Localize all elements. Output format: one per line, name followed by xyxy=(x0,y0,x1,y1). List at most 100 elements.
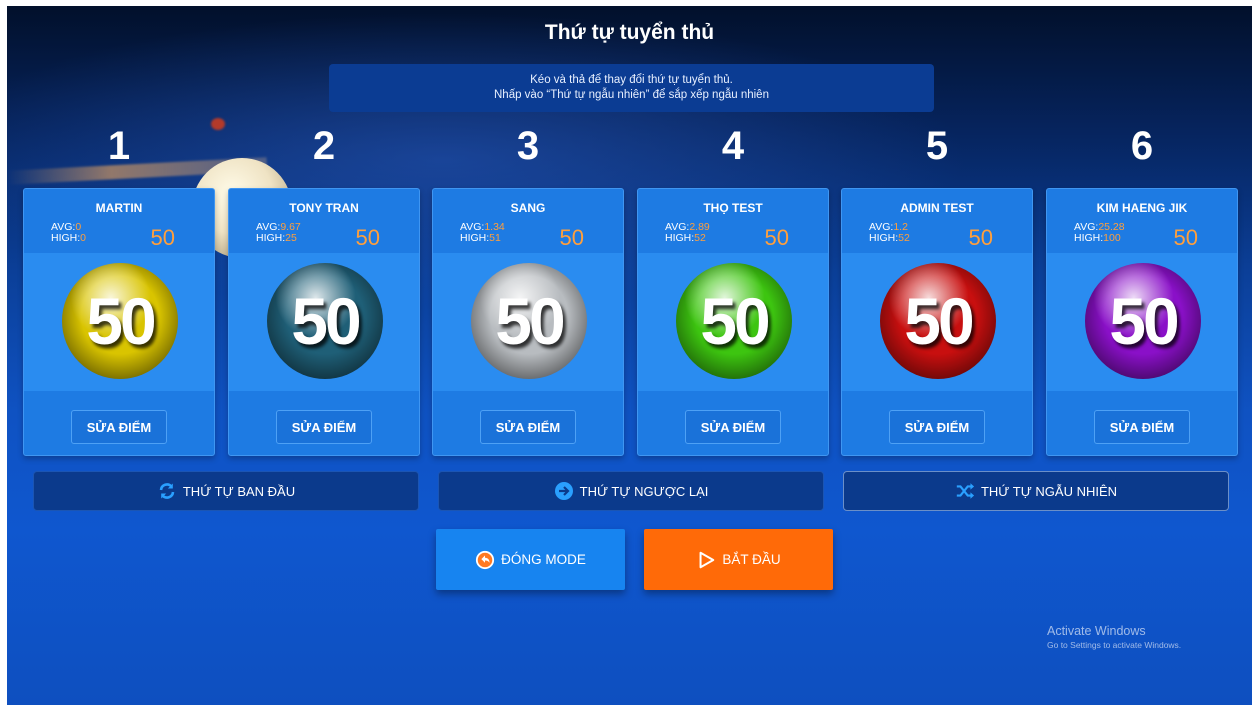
player-order-number: 1 xyxy=(107,124,131,168)
close-mode-label: ĐÓNG MODE xyxy=(501,552,586,567)
edit-score-button[interactable]: SỬA ĐIỂM xyxy=(1094,410,1190,444)
high-label: HIGH: xyxy=(460,232,490,244)
player-card[interactable]: ADMIN TEST AVG:1.2 HIGH:52 50 50 SỬA ĐIỂM xyxy=(841,188,1033,456)
original-order-button[interactable]: THỨ TỰ BAN ĐẦU xyxy=(33,471,419,511)
player-stats: AVG:1.34 HIGH:51 xyxy=(460,222,505,244)
back-arrow-circle-icon xyxy=(475,550,495,570)
start-button[interactable]: BẮT ĐẦU xyxy=(644,529,833,590)
ball-area: 50 xyxy=(842,253,1032,391)
player-card-footer: SỬA ĐIỂM xyxy=(24,391,214,457)
player-card-header: ADMIN TEST AVG:1.2 HIGH:52 50 xyxy=(842,189,1032,253)
player-card-header: SANG AVG:1.34 HIGH:51 50 xyxy=(433,189,623,253)
ball-number: 50 xyxy=(1109,284,1179,358)
ball-area: 50 xyxy=(229,253,419,391)
player-card-header: TONY TRAN AVG:9.67 HIGH:25 50 xyxy=(229,189,419,253)
player-name: ADMIN TEST xyxy=(900,201,974,215)
player-stats: AVG:9.67 HIGH:25 xyxy=(256,222,301,244)
billiard-ball: 50 xyxy=(676,263,792,379)
billiard-ball: 50 xyxy=(1085,263,1201,379)
player-card-footer: SỬA ĐIỂM xyxy=(433,391,623,457)
player-card-header: THỌ TEST AVG:2.89 HIGH:52 50 xyxy=(638,189,828,253)
player-order-number: 5 xyxy=(925,124,949,168)
player-score: 50 xyxy=(355,225,380,250)
player-stats: AVG:2.89 HIGH:52 xyxy=(665,222,710,244)
shuffle-icon xyxy=(955,481,975,501)
high-value: 0 xyxy=(80,232,87,244)
player-order-number: 2 xyxy=(312,124,336,168)
player-stats: AVG:0 HIGH:0 xyxy=(51,222,86,244)
player-order-number: 6 xyxy=(1130,124,1154,168)
instructions-line-2: Nhấp vào “Thứ tự ngẫu nhiên” để sắp xếp … xyxy=(494,89,769,101)
high-value: 52 xyxy=(898,232,910,244)
ball-area: 50 xyxy=(1047,253,1237,391)
game-screen: Thứ tự tuyển thủ Kéo và thả để thay đổi … xyxy=(7,6,1252,705)
ball-area: 50 xyxy=(638,253,828,391)
player-name: SANG xyxy=(510,201,546,215)
edit-score-button[interactable]: SỬA ĐIỂM xyxy=(276,410,372,444)
high-value: 100 xyxy=(1103,232,1121,244)
player-name: KIM HAENG JIK xyxy=(1096,201,1188,215)
ball-number: 50 xyxy=(495,284,565,358)
watermark-title: Activate Windows xyxy=(1047,624,1146,638)
player-card-footer: SỬA ĐIỂM xyxy=(229,391,419,457)
watermark-subtitle: Go to Settings to activate Windows. xyxy=(1047,640,1182,650)
high-label: HIGH: xyxy=(869,232,899,244)
player-stats: AVG:1.2 HIGH:52 xyxy=(869,222,910,244)
player-card-footer: SỬA ĐIỂM xyxy=(842,391,1032,457)
player-name: THỌ TEST xyxy=(703,201,763,215)
billiard-ball: 50 xyxy=(62,263,178,379)
edit-score-button[interactable]: SỬA ĐIỂM xyxy=(71,410,167,444)
ball-number: 50 xyxy=(86,284,156,358)
refresh-icon xyxy=(157,481,177,501)
player-card-footer: SỬA ĐIỂM xyxy=(638,391,828,457)
player-card-header: KIM HAENG JIK AVG:25.28 HIGH:100 50 xyxy=(1047,189,1237,253)
player-card-footer: SỬA ĐIỂM xyxy=(1047,391,1237,457)
play-icon xyxy=(696,550,716,570)
edit-score-button[interactable]: SỬA ĐIỂM xyxy=(685,410,781,444)
ball-area: 50 xyxy=(433,253,623,391)
player-card[interactable]: THỌ TEST AVG:2.89 HIGH:52 50 50 SỬA ĐIỂM xyxy=(637,188,829,456)
player-card-header: MARTIN AVG:0 HIGH:0 50 xyxy=(24,189,214,253)
player-card[interactable]: SANG AVG:1.34 HIGH:51 50 50 SỬA ĐIỂM xyxy=(432,188,624,456)
start-label: BẮT ĐẦU xyxy=(722,552,781,567)
page-title: Thứ tự tuyển thủ xyxy=(544,21,715,44)
high-label: HIGH: xyxy=(256,232,286,244)
high-value: 51 xyxy=(489,232,501,244)
high-value: 52 xyxy=(694,232,706,244)
high-label: HIGH: xyxy=(1074,232,1104,244)
ball-number: 50 xyxy=(700,284,770,358)
billiard-ball: 50 xyxy=(471,263,587,379)
player-score: 50 xyxy=(764,225,789,250)
ball-number: 50 xyxy=(291,284,361,358)
original-order-label: THỨ TỰ BAN ĐẦU xyxy=(182,483,296,499)
player-order-number: 3 xyxy=(516,124,540,168)
arrow-right-circle-icon xyxy=(554,481,574,501)
ball-area: 50 xyxy=(24,253,214,391)
player-score: 50 xyxy=(1173,225,1198,250)
high-label: HIGH: xyxy=(51,232,81,244)
edit-score-button[interactable]: SỬA ĐIỂM xyxy=(480,410,576,444)
instructions-panel: Kéo và thả để thay đổi thứ tự tuyển thủ.… xyxy=(329,64,934,112)
player-card[interactable]: MARTIN AVG:0 HIGH:0 50 50 SỬA ĐIỂM xyxy=(23,188,215,456)
random-order-button[interactable]: THỨ TỰ NGẪU NHIÊN xyxy=(843,471,1229,511)
player-card[interactable]: KIM HAENG JIK AVG:25.28 HIGH:100 50 50 SỬA ĐI… xyxy=(1046,188,1238,456)
player-card[interactable]: TONY TRAN AVG:9.67 HIGH:25 50 50 SỬA ĐIỂM xyxy=(228,188,420,456)
activate-windows-watermark: Activate Windows Go to Settings to activ… xyxy=(1047,624,1181,650)
random-order-label: THỨ TỰ NGẪU NHIÊN xyxy=(980,483,1118,499)
player-score: 50 xyxy=(559,225,584,250)
player-name: MARTIN xyxy=(95,201,143,215)
billiard-ball: 50 xyxy=(880,263,996,379)
high-label: HIGH: xyxy=(665,232,695,244)
edit-score-button[interactable]: SỬA ĐIỂM xyxy=(889,410,985,444)
high-value: 25 xyxy=(285,232,297,244)
player-score: 50 xyxy=(968,225,993,250)
instructions-line-1: Kéo và thả để thay đổi thứ tự tuyển thủ. xyxy=(530,74,733,86)
player-name: TONY TRAN xyxy=(289,201,359,215)
player-stats: AVG:25.28 HIGH:100 xyxy=(1074,222,1125,244)
player-order-number: 4 xyxy=(721,124,745,168)
reverse-order-button[interactable]: THỨ TỰ NGƯỢC LẠI xyxy=(438,471,824,511)
ball-number: 50 xyxy=(904,284,974,358)
close-mode-button[interactable]: ĐÓNG MODE xyxy=(436,529,625,590)
player-score: 50 xyxy=(150,225,175,250)
billiard-ball: 50 xyxy=(267,263,383,379)
